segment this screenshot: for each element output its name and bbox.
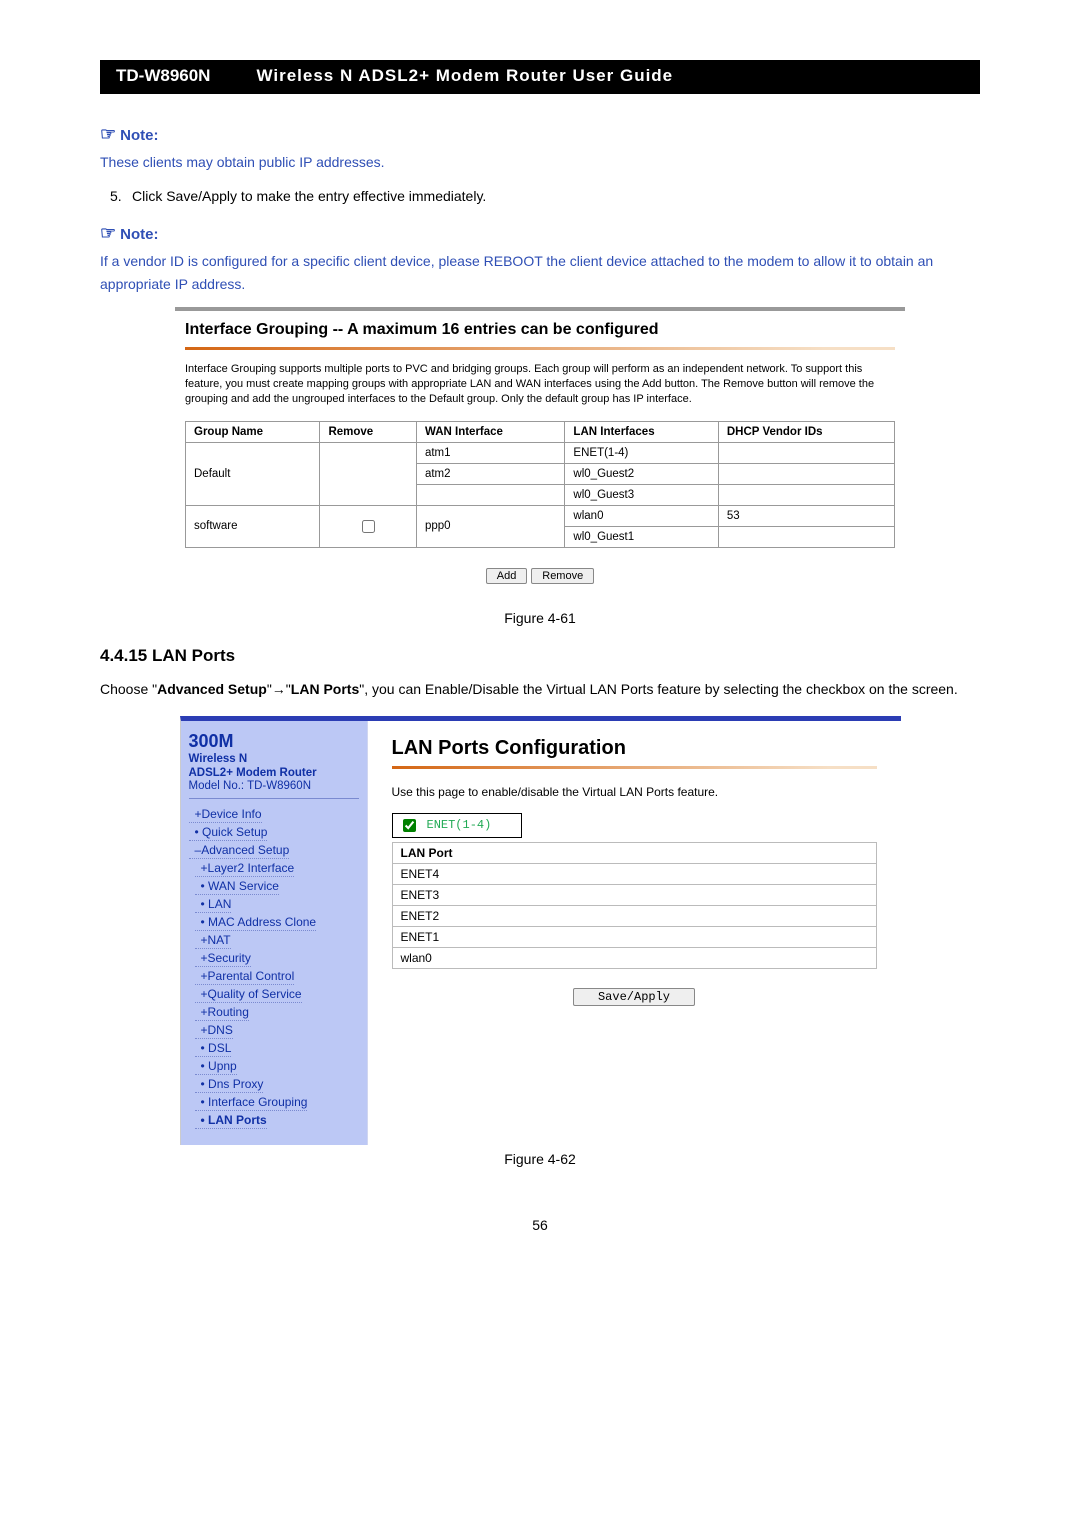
note-label-2: ☞Note: bbox=[100, 223, 980, 244]
nav-item[interactable]: Routing bbox=[195, 1005, 249, 1021]
nav-item[interactable]: Dns Proxy bbox=[195, 1077, 264, 1093]
fig1-desc: Interface Grouping supports multiple por… bbox=[185, 362, 895, 407]
orange-divider bbox=[185, 347, 895, 350]
lan-ports-desc: Use this page to enable/disable the Virt… bbox=[392, 785, 877, 799]
table-row: ENET3 bbox=[392, 884, 876, 905]
device-main: LAN Ports Configuration Use this page to… bbox=[367, 721, 901, 1146]
doc-header: TD-W8960N Wireless N ADSL2+ Modem Router… bbox=[100, 60, 980, 94]
brand-300m: 300M bbox=[189, 731, 359, 752]
note-text-2: If a vendor ID is configured for a speci… bbox=[100, 250, 980, 298]
interface-grouping-table: Group Name Remove WAN Interface LAN Inte… bbox=[185, 421, 895, 548]
nav-item[interactable]: LAN Ports bbox=[195, 1113, 267, 1129]
nav-item[interactable]: DSL bbox=[195, 1041, 232, 1057]
fig1-caption: Figure 4-61 bbox=[100, 610, 980, 626]
nav-item[interactable]: MAC Address Clone bbox=[195, 915, 317, 931]
nav-item[interactable]: Layer2 Interface bbox=[195, 861, 295, 877]
remove-checkbox[interactable] bbox=[362, 520, 375, 533]
nav-item[interactable]: DNS bbox=[195, 1023, 233, 1039]
section-intro: Choose "Advanced Setup"→"LAN Ports", you… bbox=[100, 678, 980, 702]
table-row: Default atm1 ENET(1-4) bbox=[186, 442, 895, 463]
section-heading: 4.4.15 LAN Ports bbox=[100, 646, 980, 666]
nav-item[interactable]: WAN Service bbox=[195, 879, 279, 895]
enet-checkbox[interactable] bbox=[403, 819, 416, 832]
table-row: wlan0 bbox=[392, 947, 876, 968]
nav-item[interactable]: Security bbox=[195, 951, 251, 967]
note-text-1: These clients may obtain public IP addre… bbox=[100, 151, 980, 175]
enet-enable-box: ENET(1-4) bbox=[392, 813, 523, 838]
page-number: 56 bbox=[100, 1217, 980, 1233]
nav-item[interactable]: Quality of Service bbox=[195, 987, 302, 1003]
lan-port-table: LAN Port ENET4ENET3ENET2ENET1wlan0 bbox=[392, 842, 877, 969]
save-apply-button[interactable]: Save/Apply bbox=[573, 988, 695, 1006]
table-row: ENET4 bbox=[392, 863, 876, 884]
step-5: 5. Click Save/Apply to make the entry ef… bbox=[110, 185, 980, 209]
hand-icon: ☞ bbox=[100, 124, 116, 144]
lan-ports-title: LAN Ports Configuration bbox=[392, 737, 877, 760]
nav-item[interactable]: Advanced Setup bbox=[189, 843, 290, 859]
figure-4-62: 300M Wireless N ADSL2+ Modem Router Mode… bbox=[180, 716, 901, 1146]
orange-divider bbox=[392, 766, 877, 769]
add-button[interactable]: Add bbox=[486, 568, 528, 584]
remove-button[interactable]: Remove bbox=[531, 568, 594, 584]
nav-item[interactable]: Interface Grouping bbox=[195, 1095, 308, 1111]
nav-item[interactable]: Upnp bbox=[195, 1059, 237, 1075]
header-model: TD-W8960N bbox=[100, 60, 226, 92]
nav-item[interactable]: Quick Setup bbox=[189, 825, 268, 841]
nav-item[interactable]: LAN bbox=[195, 897, 232, 913]
header-title: Wireless N ADSL2+ Modem Router User Guid… bbox=[226, 60, 980, 92]
fig2-caption: Figure 4-62 bbox=[100, 1151, 980, 1167]
fig1-title: Interface Grouping -- A maximum 16 entri… bbox=[185, 321, 895, 339]
table-row: ENET2 bbox=[392, 905, 876, 926]
table-row: software ppp0 wlan0 53 bbox=[186, 505, 895, 526]
nav-item[interactable]: NAT bbox=[195, 933, 231, 949]
table-row: ENET1 bbox=[392, 926, 876, 947]
nav-item[interactable]: Parental Control bbox=[195, 969, 295, 985]
hand-icon: ☞ bbox=[100, 223, 116, 243]
nav-item[interactable]: Device Info bbox=[189, 807, 262, 823]
device-nav: 300M Wireless N ADSL2+ Modem Router Mode… bbox=[181, 721, 367, 1146]
note-label-1: ☞Note: bbox=[100, 124, 980, 145]
figure-4-61: Interface Grouping -- A maximum 16 entri… bbox=[175, 307, 905, 604]
